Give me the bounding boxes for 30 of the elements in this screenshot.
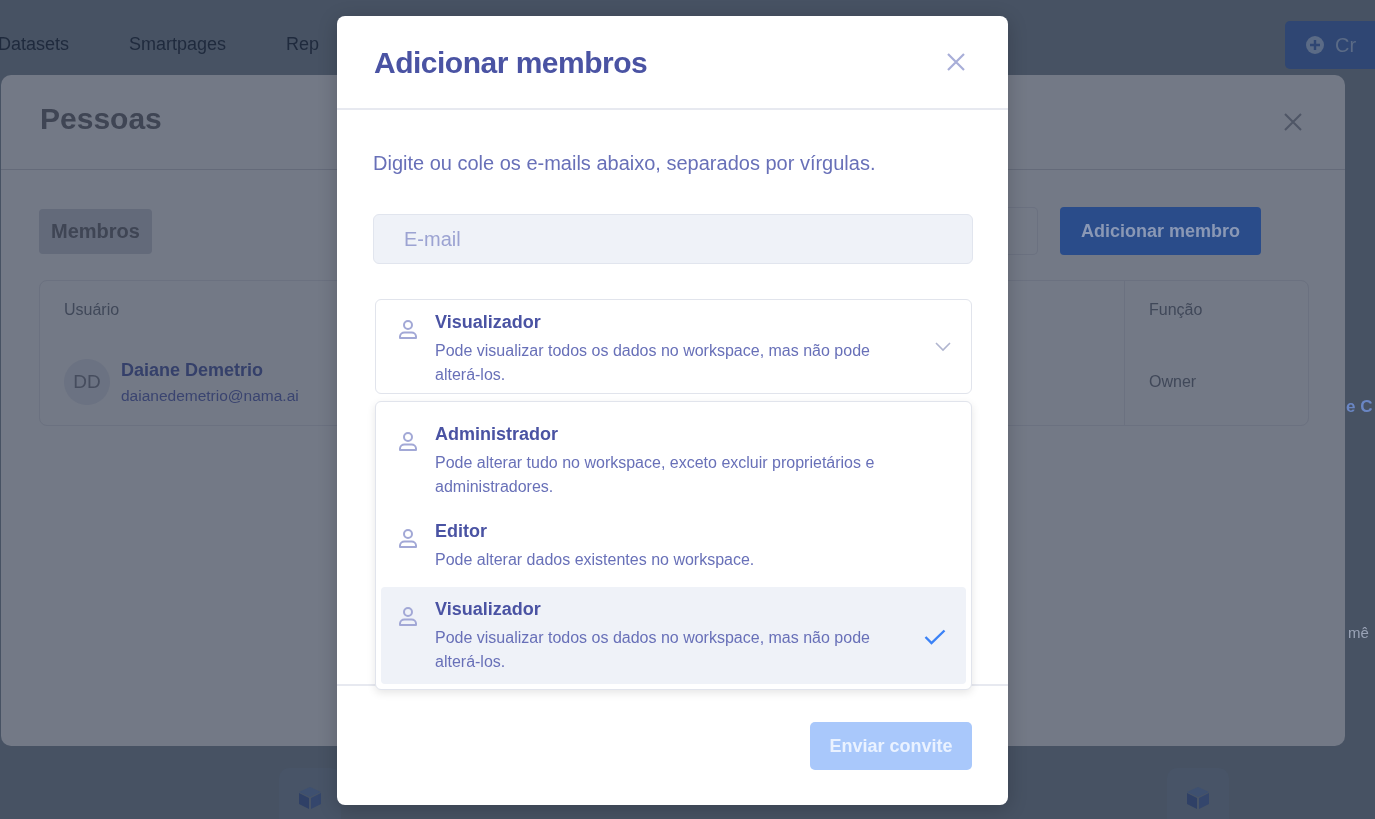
background-text: e C xyxy=(1346,397,1373,417)
email-field[interactable]: E-mail xyxy=(373,214,973,264)
cube-icon xyxy=(1185,785,1211,811)
person-icon xyxy=(397,605,419,627)
check-icon xyxy=(924,629,946,645)
person-icon xyxy=(397,430,419,452)
user-email: daianedemetrio@nama.ai xyxy=(121,386,299,405)
role-description: Pode alterar dados existentes no workspace. xyxy=(435,550,756,570)
role-title: Editor xyxy=(435,521,488,542)
background-text: mê xyxy=(1348,624,1369,641)
role-option[interactable]: Editor Pode alterar dados existentes no workspace. xyxy=(381,509,966,587)
close-icon[interactable] xyxy=(946,52,966,72)
role-title: Visualizador xyxy=(435,599,542,620)
role-description: Pode alterar tudo no workspace, exceto excluir proprietários e administradores. xyxy=(435,453,876,497)
user-name: Daiane Demetrio xyxy=(121,359,265,381)
close-icon[interactable] xyxy=(1283,112,1303,132)
role-select[interactable]: Visualizador Pode visualizar todos os dados no workspace, mas não pode alterá-los. xyxy=(375,299,972,394)
add-member-button[interactable]: Adicionar membro xyxy=(1060,207,1261,255)
role-option[interactable]: Visualizador Pode visualizar todos os dados no workspace, mas não pode alterá-los. xyxy=(381,587,966,684)
role-description: Pode visualizar todos os dados no workspace, mas não pode alterá-los. xyxy=(435,628,871,672)
role-title: Visualizador xyxy=(435,312,542,333)
instructions-text: Digite ou cole os e-mails abaixo, separados por vírgulas. xyxy=(373,152,877,175)
person-icon xyxy=(397,318,419,340)
role-description: Pode visualizar todos os dados no workspace, mas não pode alterá-los. xyxy=(435,341,871,385)
role-option[interactable]: Administrador Pode alterar tudo no workspace, exceto excluir proprietários e administradores. xyxy=(381,412,966,509)
person-icon xyxy=(397,527,419,549)
dialog-title: Adicionar membros xyxy=(374,46,648,80)
cube-icon xyxy=(297,785,323,811)
role-title: Administrador xyxy=(435,424,559,445)
plus-icon xyxy=(1305,35,1325,55)
